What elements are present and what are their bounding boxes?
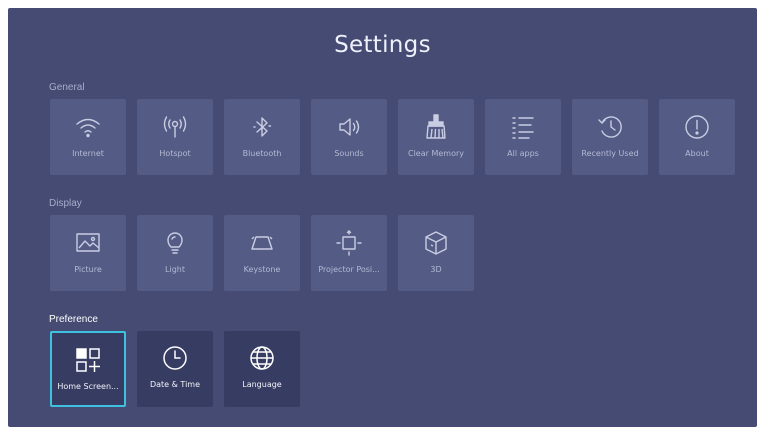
tile-picture[interactable]: Picture [50,215,126,291]
tile-label: Picture [74,265,102,274]
bulb-icon [167,232,183,254]
hotspot-icon [163,116,187,138]
bluetooth-icon [253,117,272,137]
section-label-preference: Preference [49,314,98,325]
tile-language[interactable]: Language [224,331,300,407]
tile-label: Home Screen... [57,382,119,391]
tile-keystone[interactable]: Keystone [224,215,300,291]
tile-recently-used[interactable]: Recently Used [572,99,648,175]
tile-about[interactable]: About [659,99,735,175]
tile-clear-memory[interactable]: Clear Memory [398,99,474,175]
wifi-icon [76,118,100,138]
tile-label: About [685,149,709,158]
cube-icon [425,231,447,255]
tile-label: All apps [507,149,539,158]
tile-label: Sounds [334,149,364,158]
tile-date-time[interactable]: Date & Time [137,331,213,407]
tile-label: 3D [430,265,442,274]
tile-sounds[interactable]: Sounds [311,99,387,175]
section-label-general: General [49,82,85,93]
tile-home-screen[interactable]: Home Screen... [50,331,126,407]
broom-icon [426,114,446,139]
section-label-display: Display [49,198,82,209]
page-title: Settings [334,32,431,58]
tile-label: Bluetooth [242,149,282,158]
clock-icon [163,346,187,370]
tile-label: Clear Memory [408,149,464,158]
tile-label: Internet [72,149,104,158]
tile-label: Light [165,265,185,274]
tile-light[interactable]: Light [137,215,213,291]
tile-3d[interactable]: 3D [398,215,474,291]
globe-icon [250,346,274,370]
tile-label: Recently Used [581,149,639,158]
tile-hotspot[interactable]: Hotspot [137,99,213,175]
tile-label: Language [242,380,282,389]
tile-label: Keystone [243,265,281,274]
picture-icon [76,233,100,252]
speaker-icon [339,118,360,136]
tile-label: Hotspot [159,149,191,158]
tile-internet[interactable]: Internet [50,99,126,175]
keystone-icon [251,236,273,250]
settings-screen: Settings General Internet Hotspot Blueto… [8,8,757,427]
tile-all-apps[interactable]: All apps [485,99,561,175]
projector-position-icon [336,230,362,256]
history-icon [598,116,622,138]
tile-bluetooth[interactable]: Bluetooth [224,99,300,175]
home-screen-icon [76,348,100,372]
list-icon [512,117,534,139]
tile-projector-position[interactable]: Projector Posi... [311,215,387,291]
tile-label: Projector Posi... [318,265,380,274]
tile-label: Date & Time [149,380,201,389]
info-icon [685,115,709,139]
